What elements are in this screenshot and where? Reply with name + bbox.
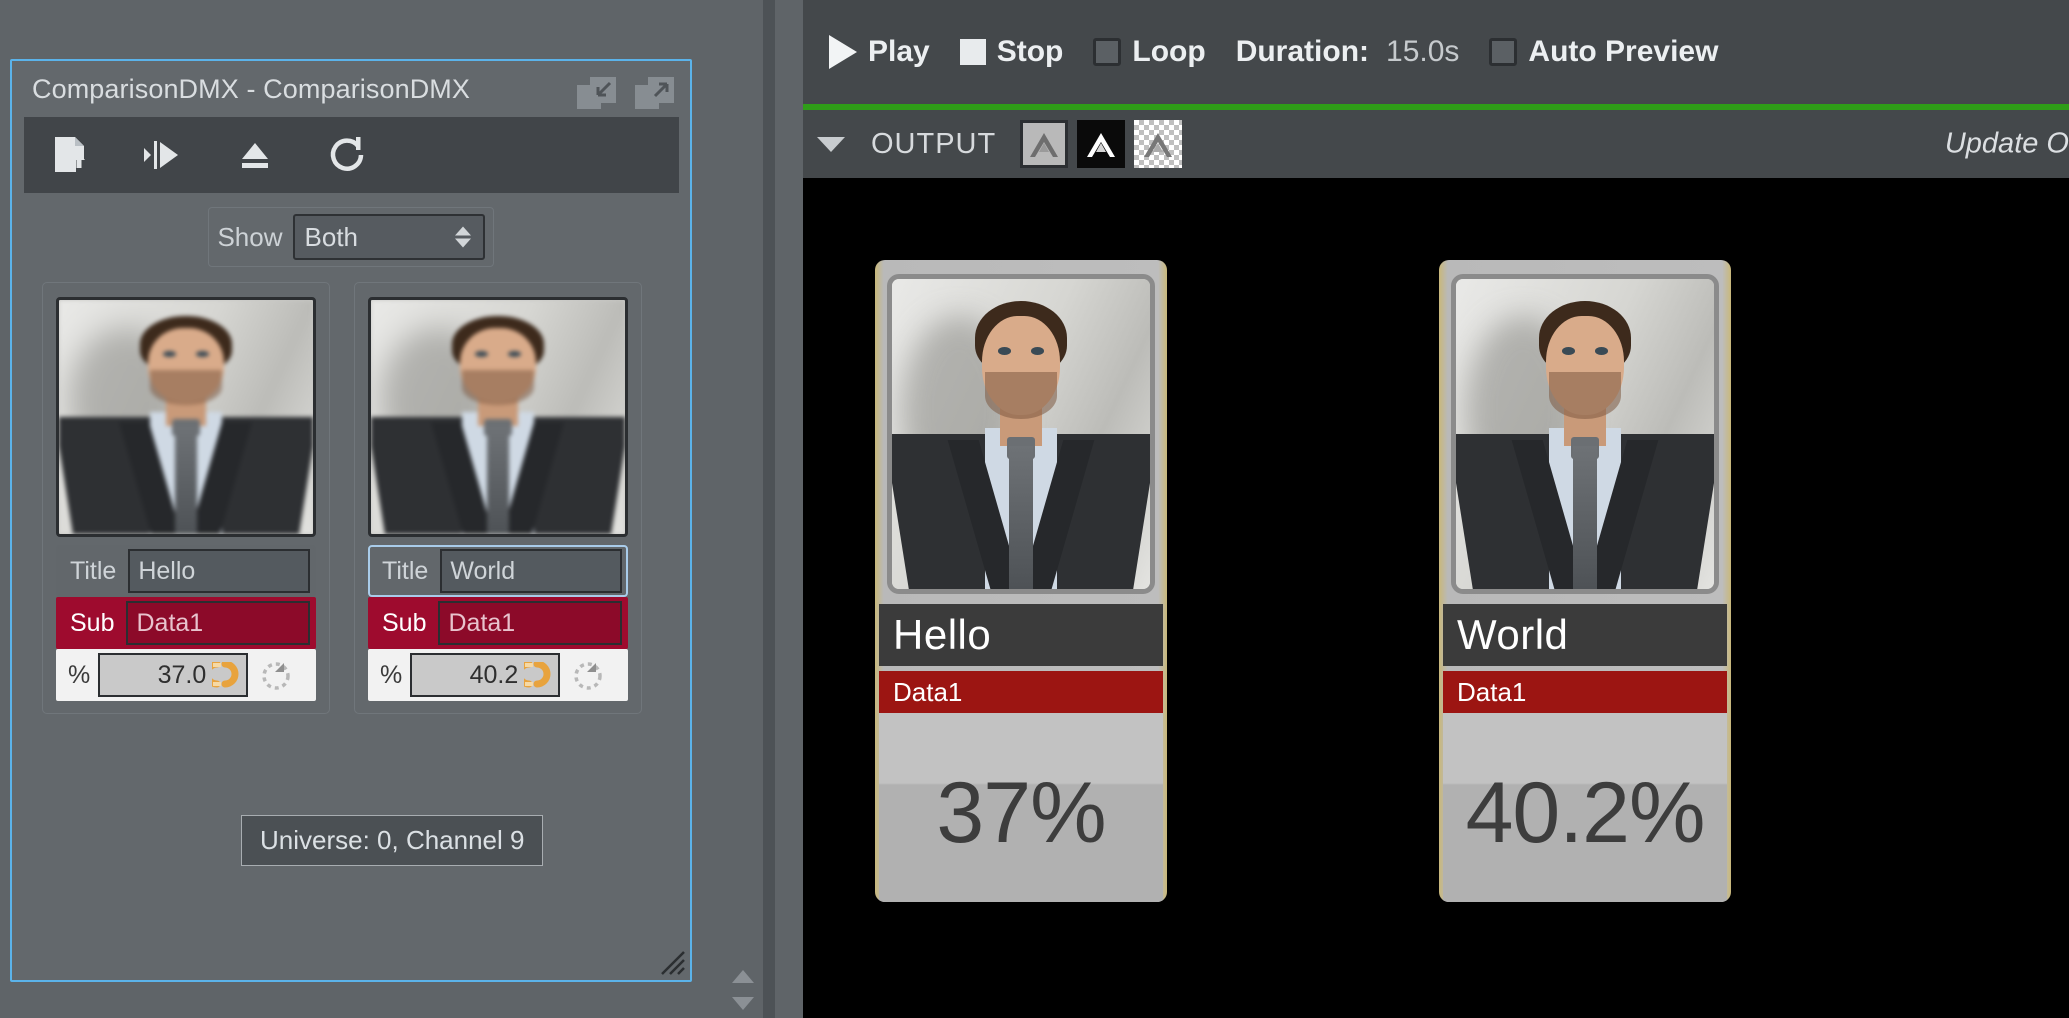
portrait-image xyxy=(1456,279,1714,589)
preview-card[interactable]: World Data1 40.2% xyxy=(1439,260,1731,902)
preview-photo xyxy=(887,274,1155,594)
show-select[interactable]: Both xyxy=(293,214,485,260)
app-root: ComparisonDMX - ComparisonDMX xyxy=(0,0,2069,1018)
checkbox-icon xyxy=(1093,38,1121,66)
percent-field-row: % 40.2 xyxy=(368,649,628,701)
title-input[interactable]: World xyxy=(440,549,622,593)
preview-percent: 37% xyxy=(879,713,1163,902)
title-label: Title xyxy=(62,557,128,586)
percent-value: 37.0 xyxy=(158,661,207,690)
sub-input[interactable]: Data1 xyxy=(126,601,310,645)
play-icon xyxy=(829,35,857,69)
eject-icon[interactable] xyxy=(232,132,278,178)
preview-photo xyxy=(1451,274,1719,594)
item-thumbnail[interactable] xyxy=(368,297,628,537)
transport-bar: Play Stop Loop Duration: 15.0s Auto Prev… xyxy=(803,0,2069,104)
show-select-value: Both xyxy=(305,222,359,253)
portrait-image xyxy=(59,300,313,534)
show-group: Show Both xyxy=(208,207,493,267)
stop-label: Stop xyxy=(997,35,1064,69)
sub-label: Sub xyxy=(374,609,438,638)
stop-icon xyxy=(960,39,986,65)
preview-workspace: Play Stop Loop Duration: 15.0s Auto Prev… xyxy=(803,0,2069,1018)
preview-title: World xyxy=(1443,604,1727,666)
percent-label: % xyxy=(374,661,410,690)
percent-input[interactable]: 37.0 xyxy=(98,653,248,697)
item-card[interactable]: Title Hello Sub Data1 % 37.0 xyxy=(42,282,330,714)
spinner-icon xyxy=(455,227,471,248)
title-field-row: Title World xyxy=(368,545,628,597)
percent-label: % xyxy=(62,661,98,690)
load-file-icon[interactable] xyxy=(48,132,94,178)
preview-sub: Data1 xyxy=(879,671,1163,713)
portrait-image xyxy=(371,300,625,534)
item-thumbnail[interactable] xyxy=(56,297,316,537)
panel-title-text: ComparisonDMX - ComparisonDMX xyxy=(32,74,470,105)
percent-field-row: % 37.0 xyxy=(56,649,316,701)
dock-out-icon[interactable] xyxy=(634,71,678,111)
left-workspace: ComparisonDMX - ComparisonDMX xyxy=(0,0,775,1018)
portrait-image xyxy=(892,279,1150,589)
auto-preview-checkbox[interactable]: Auto Preview xyxy=(1489,35,1718,69)
item-card-list: Title Hello Sub Data1 % 37.0 xyxy=(42,282,642,714)
title-field-row: Title Hello xyxy=(56,545,316,597)
update-output-label: Update O xyxy=(1945,128,2069,161)
magnet-icon[interactable] xyxy=(212,662,242,688)
play-label: Play xyxy=(868,35,930,69)
panel-divider[interactable] xyxy=(763,0,775,1018)
preview-stage[interactable]: Hello Data1 37% xyxy=(803,178,2069,1018)
dock-in-icon[interactable] xyxy=(576,71,620,111)
show-row: Show Both xyxy=(12,207,690,267)
tooltip: Universe: 0, Channel 9 xyxy=(241,815,543,866)
bg-dark-icon[interactable] xyxy=(1077,120,1125,168)
duration-field[interactable]: Duration: 15.0s xyxy=(1236,35,1460,69)
bg-transparent-icon[interactable] xyxy=(1134,120,1182,168)
loop-checkbox[interactable]: Loop xyxy=(1093,35,1205,69)
reset-icon[interactable] xyxy=(566,653,610,697)
checkbox-icon xyxy=(1489,38,1517,66)
output-bar: OUTPUT Update O xyxy=(803,110,2069,178)
item-card[interactable]: Title World Sub Data1 % 40.2 xyxy=(354,282,642,714)
reset-icon[interactable] xyxy=(254,653,298,697)
magnet-icon[interactable] xyxy=(524,662,554,688)
preview-percent: 40.2% xyxy=(1443,713,1727,902)
show-label: Show xyxy=(217,222,282,253)
sub-field-row: Sub Data1 xyxy=(368,597,628,649)
auto-preview-label: Auto Preview xyxy=(1528,35,1718,69)
refresh-icon[interactable] xyxy=(324,132,370,178)
resize-grip-icon[interactable] xyxy=(660,950,686,976)
sub-label: Sub xyxy=(62,609,126,638)
output-label: OUTPUT xyxy=(871,128,996,161)
sub-input[interactable]: Data1 xyxy=(438,601,622,645)
preview-card[interactable]: Hello Data1 37% xyxy=(875,260,1167,902)
duration-value: 15.0s xyxy=(1386,35,1459,69)
loop-label: Loop xyxy=(1132,35,1205,69)
duration-label: Duration: xyxy=(1236,35,1369,69)
sub-field-row: Sub Data1 xyxy=(56,597,316,649)
preview-sub: Data1 xyxy=(1443,671,1727,713)
scroll-down-icon[interactable] xyxy=(732,997,754,1010)
comparison-dmx-panel: ComparisonDMX - ComparisonDMX xyxy=(10,59,692,982)
play-button[interactable]: Play xyxy=(829,35,930,69)
chevron-down-icon[interactable] xyxy=(817,137,845,152)
percent-input[interactable]: 40.2 xyxy=(410,653,560,697)
percent-value: 40.2 xyxy=(470,661,519,690)
bg-light-icon[interactable] xyxy=(1020,120,1068,168)
scroll-up-icon[interactable] xyxy=(732,970,754,983)
step-forward-icon[interactable] xyxy=(140,132,186,178)
panel-toolbar xyxy=(24,117,679,193)
panel-title-buttons xyxy=(576,71,678,111)
title-input[interactable]: Hello xyxy=(128,549,310,593)
stop-button[interactable]: Stop xyxy=(960,35,1064,69)
left-scrollbar[interactable] xyxy=(729,0,757,1018)
title-label: Title xyxy=(374,557,440,586)
preview-title: Hello xyxy=(879,604,1163,666)
